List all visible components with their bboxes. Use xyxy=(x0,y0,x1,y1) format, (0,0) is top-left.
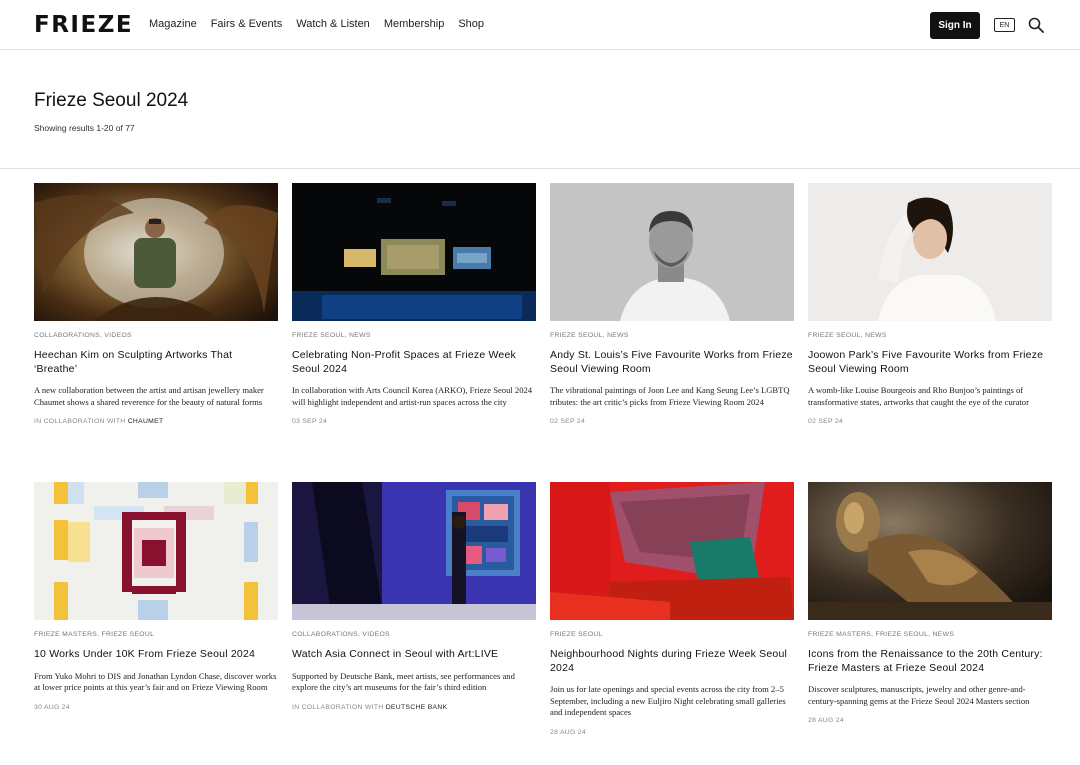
article-tags[interactable]: COLLABORATIONS, VIDEOS xyxy=(292,631,536,638)
article-card[interactable]: FRIEZE SEOUL, NEWS Joowon Park’s Five Fa… xyxy=(808,183,1052,425)
article-image[interactable] xyxy=(550,183,794,321)
article-description: In collaboration with Arts Council Korea… xyxy=(292,385,533,407)
nav-fairs-events[interactable]: Fairs & Events xyxy=(211,18,283,30)
article-card[interactable]: FRIEZE MASTERS, FRIEZE SEOUL, NEWS Icons… xyxy=(808,482,1052,724)
article-title[interactable]: Watch Asia Connect in Seoul with Art:LIV… xyxy=(292,648,536,662)
article-tags[interactable]: COLLABORATIONS, VIDEOS xyxy=(34,332,278,339)
article-date: 02 SEP 24 xyxy=(808,418,844,425)
article-card[interactable]: COLLABORATIONS, VIDEOS Heechan Kim on Sc… xyxy=(34,183,278,425)
article-title[interactable]: 10 Works Under 10K From Frieze Seoul 202… xyxy=(34,648,278,662)
main-nav: Magazine Fairs & Events Watch & Listen M… xyxy=(149,18,484,30)
collab-prefix: IN COLLABORATION WITH xyxy=(34,418,128,425)
language-selector[interactable]: EN xyxy=(994,18,1015,32)
article-date: 28 AUG 24 xyxy=(550,728,586,736)
search-icon[interactable] xyxy=(1028,17,1044,33)
article-description: From Yuko Mohri to DIS and Jonathan Lynd… xyxy=(34,670,277,693)
page-title: Frieze Seoul 2024 xyxy=(34,90,189,111)
article-title[interactable]: Neighbourhood Nights during Frieze Week … xyxy=(550,648,794,675)
article-image[interactable] xyxy=(808,183,1052,321)
article-card[interactable]: FRIEZE SEOUL Neighbourhood Nights during… xyxy=(550,482,794,736)
article-title[interactable]: Andy St. Louis’s Five Favourite Works fr… xyxy=(550,349,794,376)
frieze-logo[interactable]: FRIEZE xyxy=(34,12,133,38)
collab-partner[interactable]: DEUTSCHE BANK xyxy=(386,704,448,711)
nav-shop[interactable]: Shop xyxy=(458,18,484,30)
nav-watch-listen[interactable]: Watch & Listen xyxy=(296,18,370,30)
sign-in-button[interactable]: Sign In xyxy=(930,12,980,39)
article-title[interactable]: Icons from the Renaissance to the 20th C… xyxy=(808,648,1052,675)
article-card[interactable]: FRIEZE MASTERS, FRIEZE SEOUL 10 Works Un… xyxy=(34,482,278,711)
site-header: FRIEZE Magazine Fairs & Events Watch & L… xyxy=(0,0,1080,50)
collab-prefix: IN COLLABORATION WITH xyxy=(292,703,386,711)
article-date: 28 AUG 24 xyxy=(808,717,844,724)
collab-partner[interactable]: CHAUMET xyxy=(128,418,164,425)
result-count: Showing results 1-20 of 77 xyxy=(34,123,135,133)
article-tags[interactable]: FRIEZE MASTERS, FRIEZE SEOUL xyxy=(34,631,278,638)
article-image[interactable] xyxy=(34,482,278,620)
article-tags[interactable]: FRIEZE SEOUL xyxy=(550,631,794,638)
article-tags[interactable]: FRIEZE SEOUL, NEWS xyxy=(550,332,794,339)
article-description: A womb-like Louise Bourgeois and Rho Bun… xyxy=(808,385,1029,407)
article-title[interactable]: Joowon Park’s Five Favourite Works from … xyxy=(808,349,1052,376)
article-card[interactable]: FRIEZE SEOUL, NEWS Celebrating Non-Profi… xyxy=(292,183,536,425)
article-description: A new collaboration between the artist a… xyxy=(34,385,264,407)
nav-membership[interactable]: Membership xyxy=(384,18,445,30)
article-image[interactable] xyxy=(34,183,278,321)
article-date: 30 AUG 24 xyxy=(34,703,70,711)
article-image[interactable] xyxy=(292,183,536,321)
article-description: The vibrational paintings of Joon Lee an… xyxy=(550,385,790,407)
nav-magazine[interactable]: Magazine xyxy=(149,18,197,30)
article-tags[interactable]: FRIEZE MASTERS, FRIEZE SEOUL, NEWS xyxy=(808,631,1052,638)
article-card[interactable]: COLLABORATIONS, VIDEOS Watch Asia Connec… xyxy=(292,482,536,711)
article-meta: IN COLLABORATION WITH DEUTSCHE BANK xyxy=(292,704,536,711)
article-description: Supported by Deutsche Bank, meet artists… xyxy=(292,670,515,693)
article-tags[interactable]: FRIEZE SEOUL, NEWS xyxy=(808,332,1052,339)
article-description: Discover sculptures, manuscripts, jewelr… xyxy=(808,684,1030,706)
article-date: 03 SEP 24 xyxy=(292,418,328,425)
article-description: Join us for late openings and special ev… xyxy=(550,684,786,717)
article-card[interactable]: FRIEZE SEOUL, NEWS Andy St. Louis’s Five… xyxy=(550,183,794,425)
article-title[interactable]: Celebrating Non-Profit Spaces at Frieze … xyxy=(292,349,536,376)
article-image[interactable] xyxy=(292,482,536,620)
article-tags[interactable]: FRIEZE SEOUL, NEWS xyxy=(292,332,536,339)
article-meta: IN COLLABORATION WITH CHAUMET xyxy=(34,418,278,425)
divider xyxy=(0,168,1080,169)
article-image[interactable] xyxy=(808,482,1052,620)
article-date: 02 SEP 24 xyxy=(550,418,586,425)
article-image[interactable] xyxy=(550,482,794,620)
article-title[interactable]: Heechan Kim on Sculpting Artworks That ‘… xyxy=(34,349,278,376)
